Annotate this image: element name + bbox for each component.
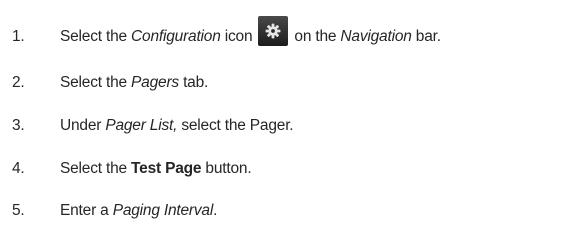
ui-term-configuration: Configuration: [131, 28, 221, 45]
ui-term-paging-interval: Paging Interval: [112, 202, 214, 219]
step-text-part: tab.: [178, 74, 209, 91]
step-number: 3.: [12, 117, 25, 134]
step-3: 3. Under Pager List, select the Pager.: [0, 111, 294, 141]
step-number: 5.: [12, 202, 25, 219]
step-text: Select the Configuration icon on the Nav…: [60, 16, 441, 52]
step-text-part: .: [213, 202, 218, 219]
step-text-part: button.: [201, 160, 252, 177]
step-text: Select the Test Page button.: [60, 160, 252, 178]
step-text: Enter a Paging Interval .: [60, 202, 217, 220]
step-2: 2. Select the Pagers tab.: [0, 68, 208, 98]
step-text: Select the Pagers tab.: [60, 74, 208, 92]
step-text: Under Pager List, select the Pager.: [60, 117, 294, 135]
ui-term-pager-list: Pager List,: [105, 117, 178, 134]
step-text-part: bar.: [411, 28, 441, 45]
step-text-part: on the: [294, 28, 341, 45]
ui-term-pagers: Pagers: [131, 74, 179, 91]
ui-term-navigation: Navigation: [340, 28, 412, 45]
step-text-part: Under: [60, 117, 106, 134]
step-text-part: Select the: [60, 74, 132, 91]
step-4: 4. Select the Test Page button.: [0, 154, 252, 184]
step-5: 5. Enter a Paging Interval .: [0, 196, 217, 226]
step-number: 1.: [12, 28, 25, 45]
gear-icon: [266, 23, 281, 39]
step-text-part: Enter a: [60, 202, 113, 219]
step-number: 2.: [12, 74, 25, 91]
step-text-part: icon: [220, 28, 253, 45]
instruction-steps: 1. Select the Configuration icon on the …: [0, 0, 571, 244]
step-1: 1. Select the Configuration icon on the …: [0, 16, 441, 52]
ui-term-test-page: Test Page: [131, 160, 202, 177]
step-text-part: select the Pager.: [177, 117, 294, 134]
step-number: 4.: [12, 160, 25, 177]
step-text-part: Select the: [60, 160, 132, 177]
configuration-button-image: [258, 16, 289, 46]
step-text-part: Select the: [60, 28, 132, 45]
